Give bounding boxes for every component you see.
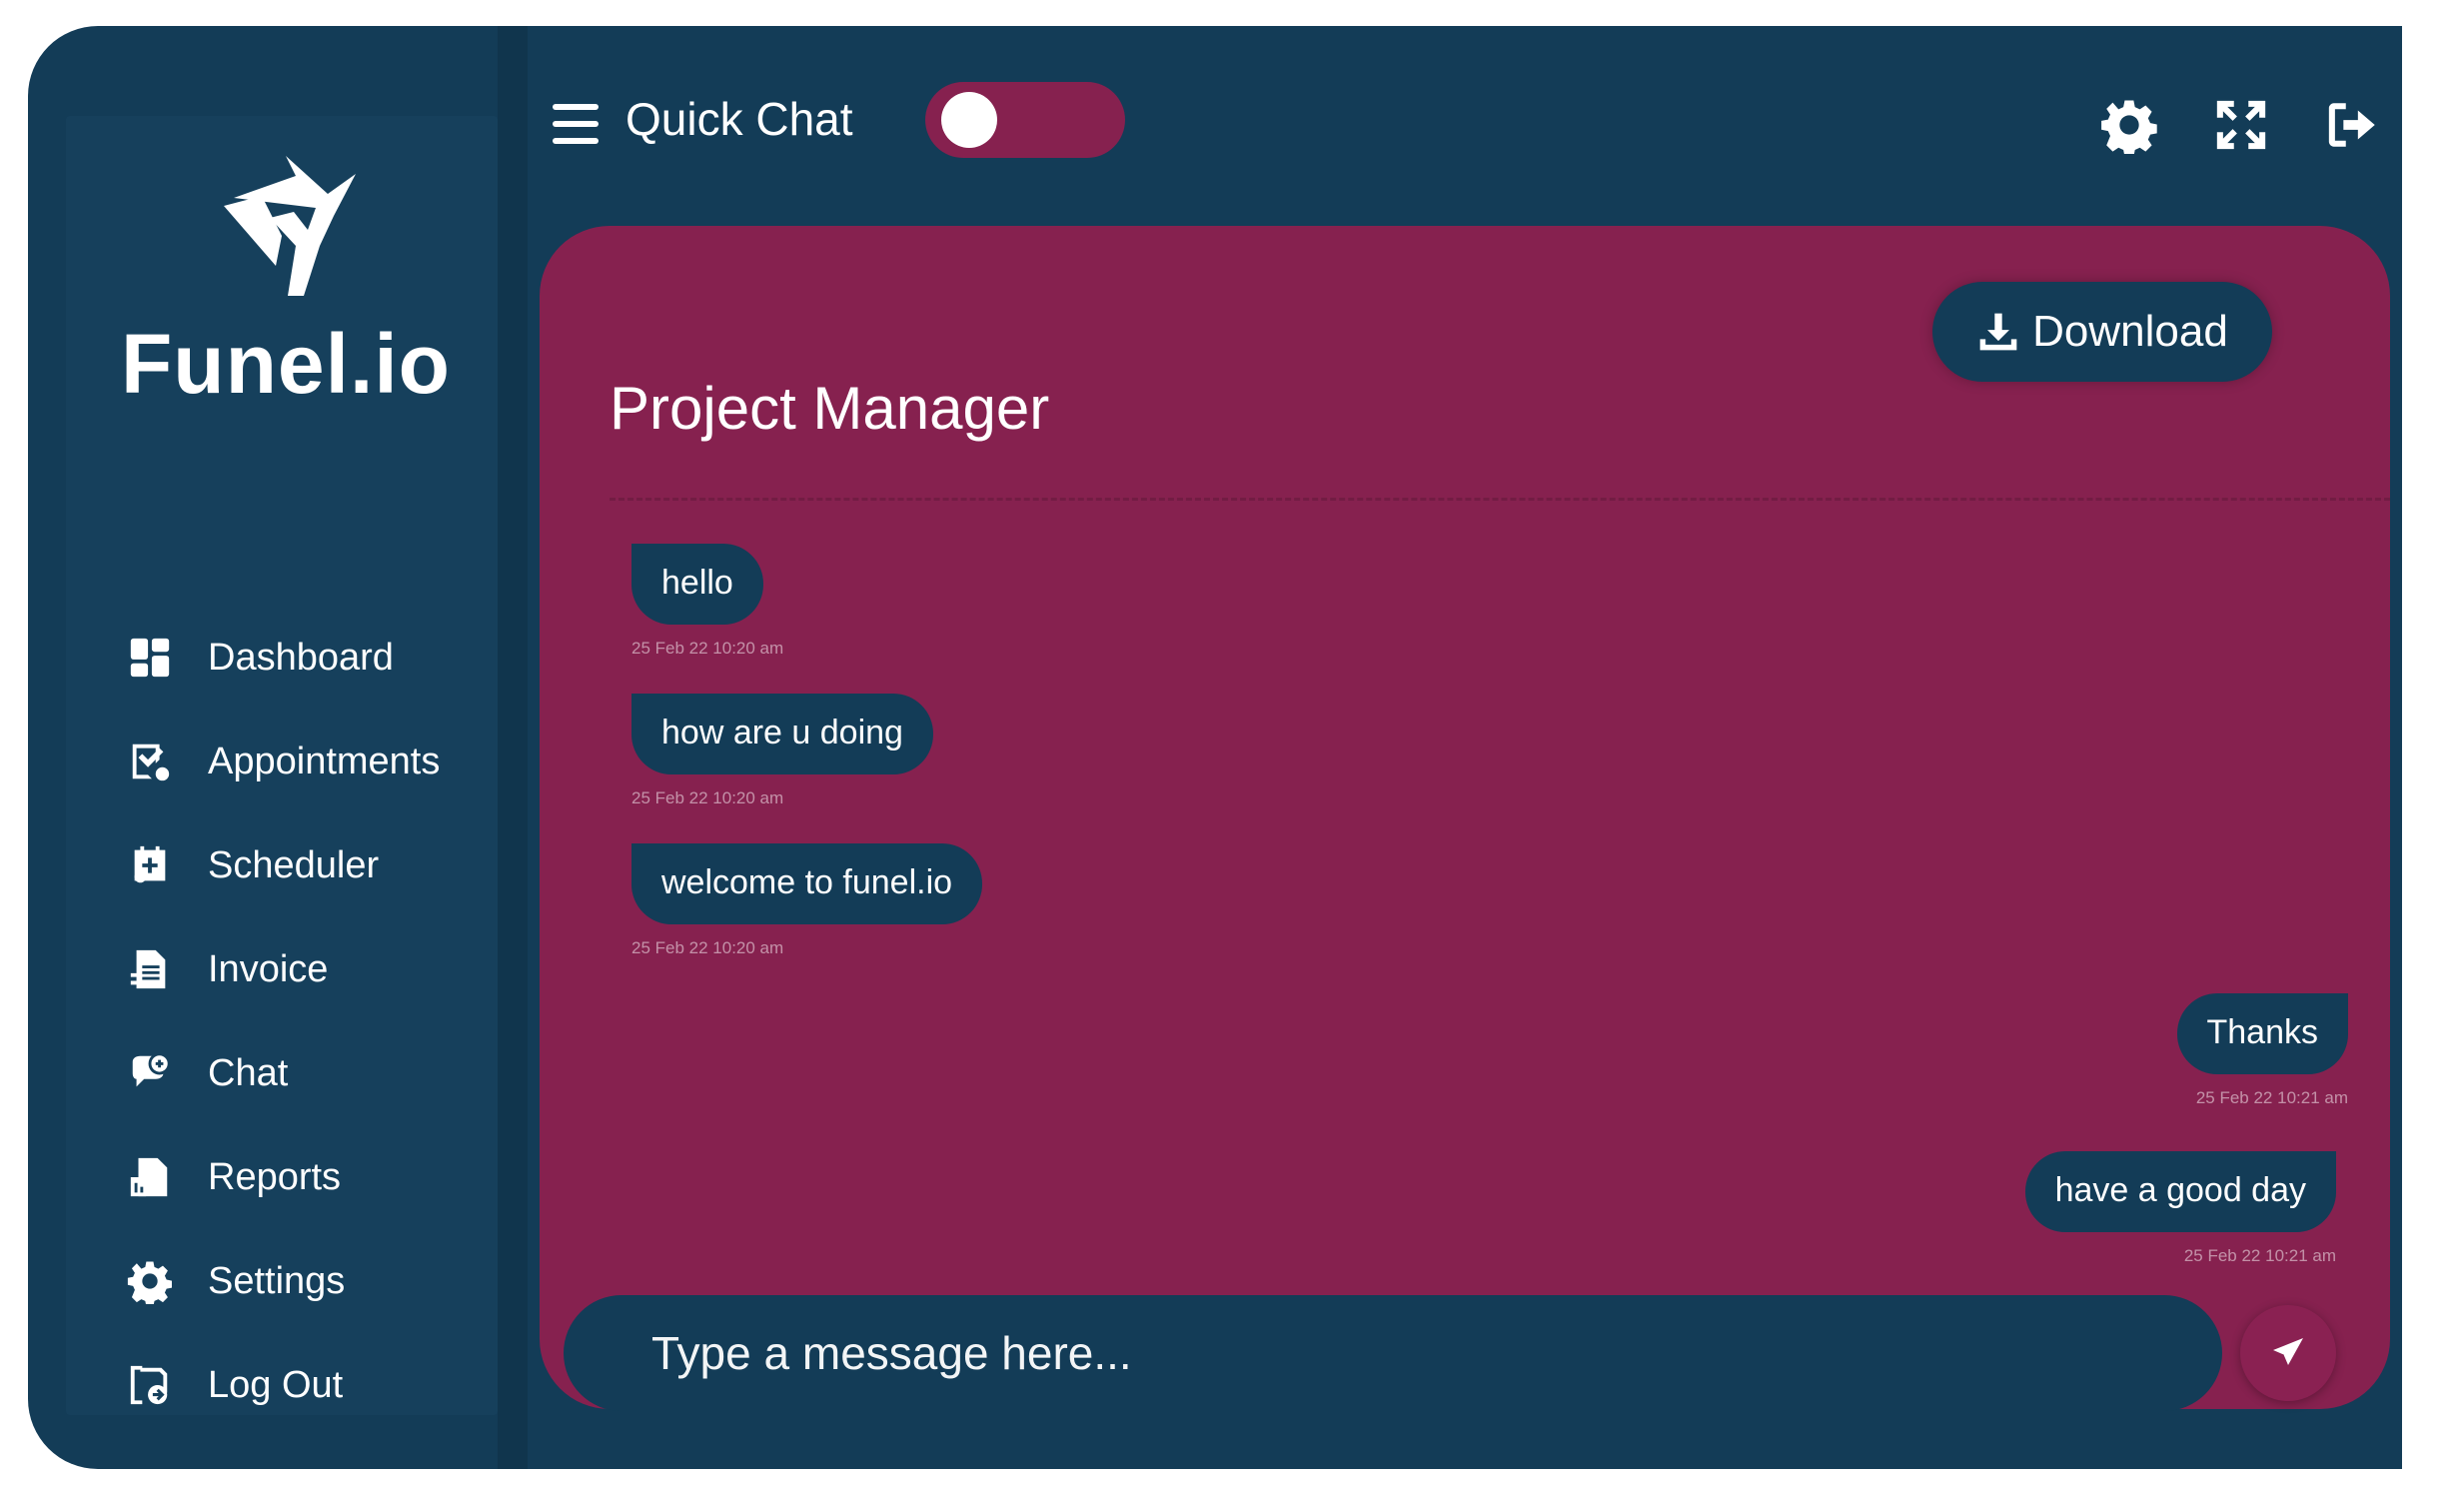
sidebar-nav: Dashboard Appointments Scheduler Invoice (126, 606, 440, 1437)
sidebar-item-reports[interactable]: Reports (126, 1125, 440, 1229)
message-bubble: welcome to funel.io (631, 843, 983, 924)
sidebar-item-label: Settings (208, 1259, 346, 1302)
appointments-icon (126, 738, 174, 785)
logout-icon (126, 1361, 174, 1409)
sidebar-item-label: Reports (208, 1155, 342, 1198)
reports-icon (126, 1153, 174, 1201)
message-time: 25 Feb 22 10:21 am (2183, 1246, 2336, 1265)
sidebar-item-label: Scheduler (208, 843, 380, 886)
message-time: 25 Feb 22 10:20 am (631, 938, 784, 957)
chat-title: Project Manager (610, 375, 1050, 442)
sidebar-item-invoice[interactable]: Invoice (126, 917, 440, 1021)
sidebar-item-label: Dashboard (208, 636, 394, 679)
message-time: 25 Feb 22 10:20 am (631, 639, 784, 658)
sidebar-item-dashboard[interactable]: Dashboard (126, 606, 440, 710)
message-bubble: hello (631, 544, 763, 625)
logo: Funel.io (116, 146, 456, 436)
message-bubble: how are u doing (631, 694, 933, 774)
invoice-icon (126, 945, 174, 993)
message-outgoing: Thanks 25 Feb 22 10:21 am (2176, 993, 2348, 1108)
logo-mark-icon (224, 156, 356, 296)
sidebar-divider (498, 26, 528, 1469)
gear-icon[interactable] (2100, 96, 2158, 157)
message-incoming: hello 25 Feb 22 10:20 am (631, 544, 783, 659)
chat-panel: Download Project Manager hello 25 Feb 22… (540, 226, 2390, 1411)
brand-name: Funel.io (121, 317, 451, 411)
sidebar-item-label: Log Out (208, 1363, 344, 1406)
chat-icon (126, 1049, 174, 1097)
sidebar-item-chat[interactable]: Chat (126, 1021, 440, 1125)
sidebar: Funel.io Dashboard Appointments Schedule… (66, 116, 498, 1415)
gear-icon (126, 1257, 174, 1305)
quick-chat-toggle[interactable] (925, 82, 1125, 158)
message-bubble: Thanks (2176, 993, 2348, 1074)
sidebar-item-label: Appointments (208, 740, 441, 782)
sidebar-item-scheduler[interactable]: Scheduler (126, 813, 440, 917)
download-label: Download (2032, 307, 2228, 356)
sidebar-item-label: Invoice (208, 947, 329, 990)
message-outgoing: have a good day 25 Feb 22 10:21 am (2024, 1151, 2336, 1266)
message-bubble: have a good day (2024, 1151, 2336, 1232)
fullscreen-icon[interactable] (2212, 96, 2270, 154)
exit-icon[interactable] (2324, 96, 2382, 154)
message-incoming: how are u doing 25 Feb 22 10:20 am (631, 694, 933, 808)
download-icon (1979, 313, 2017, 351)
download-button[interactable]: Download (1932, 282, 2272, 382)
send-icon (2273, 1338, 2303, 1365)
sidebar-item-appointments[interactable]: Appointments (126, 710, 440, 813)
divider (610, 498, 2390, 501)
sidebar-item-label: Chat (208, 1051, 289, 1094)
message-time: 25 Feb 22 10:21 am (2195, 1088, 2348, 1107)
page-title: Quick Chat (625, 93, 853, 145)
send-button[interactable] (2240, 1305, 2336, 1401)
menu-icon[interactable] (553, 104, 599, 144)
scheduler-icon (126, 841, 174, 889)
sidebar-item-logout[interactable]: Log Out (126, 1333, 440, 1437)
message-input[interactable] (564, 1295, 2222, 1411)
dashboard-icon (126, 634, 174, 682)
message-incoming: welcome to funel.io 25 Feb 22 10:20 am (631, 843, 983, 958)
sidebar-item-settings[interactable]: Settings (126, 1229, 440, 1333)
app-window: Funel.io Dashboard Appointments Schedule… (28, 26, 2402, 1469)
message-time: 25 Feb 22 10:20 am (631, 788, 784, 807)
toggle-knob (941, 92, 997, 148)
